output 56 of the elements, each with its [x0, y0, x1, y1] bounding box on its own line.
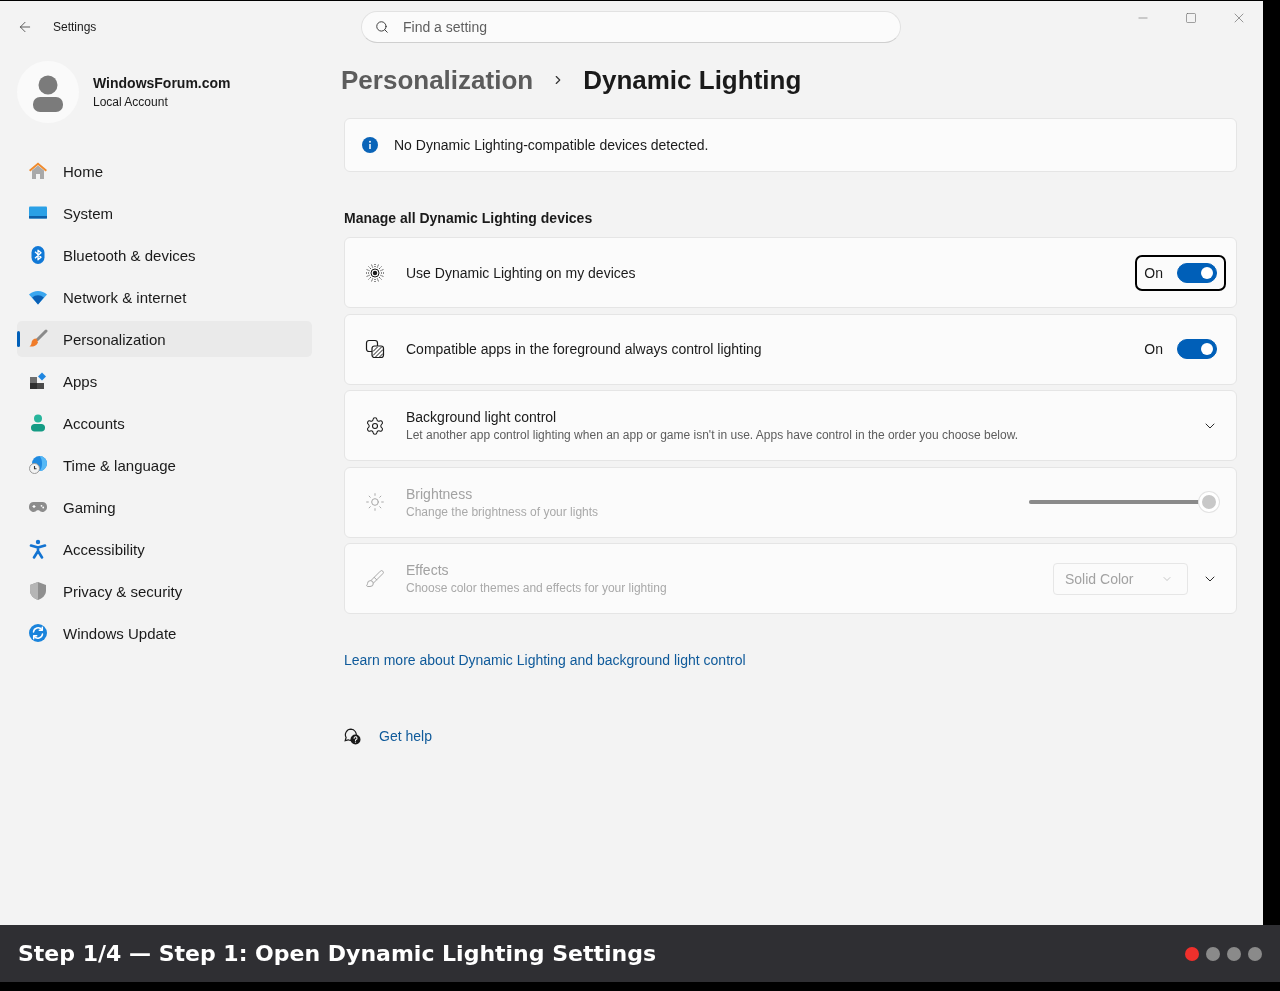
selection-indicator	[17, 331, 20, 347]
bluetooth-icon	[28, 245, 48, 265]
breadcrumb-parent[interactable]: Personalization	[341, 64, 534, 96]
globe-clock-icon	[28, 455, 48, 475]
search-field[interactable]: Find a setting	[361, 11, 901, 43]
sun-icon	[365, 492, 385, 512]
info-icon	[362, 137, 378, 153]
setting-title: Effects	[406, 562, 449, 578]
page-title: Dynamic Lighting	[583, 64, 802, 96]
maximize-icon	[1185, 12, 1197, 24]
nav-item[interactable]: System	[17, 195, 312, 231]
layered-squares-icon	[365, 339, 385, 359]
account-type: Local Account	[93, 95, 169, 109]
setting-description: Change the brightness of your lights	[406, 504, 599, 519]
nav-item[interactable]: Accounts	[17, 405, 312, 441]
setting-title: Background light control	[406, 409, 557, 425]
nav-item[interactable]: Privacy & security	[17, 573, 312, 609]
search-icon	[375, 20, 389, 34]
accessibility-icon	[28, 539, 48, 559]
nav-item[interactable]: Bluetooth & devices	[17, 237, 312, 273]
profile-name: WindowsForum.com	[93, 75, 231, 91]
info-message: No Dynamic Lighting-compatible devices detected.	[394, 137, 709, 153]
shield-icon	[28, 581, 48, 601]
learn-more-link[interactable]: Learn more about Dynamic Lighting and background light control	[344, 650, 746, 670]
setting-title: Compatible apps in the foreground always control lighting	[406, 341, 762, 357]
avatar-icon	[17, 61, 79, 123]
toggle-state-label: On	[1144, 264, 1163, 281]
toggle-switch[interactable]	[1177, 339, 1217, 359]
toggle-switch[interactable]	[1177, 262, 1217, 283]
nav-item[interactable]: Network & internet	[17, 279, 312, 315]
setting-title: Brightness	[406, 485, 473, 502]
nav-item[interactable]: Time & language	[17, 447, 312, 483]
nav-item[interactable]: Personalization	[17, 321, 312, 357]
setting-description: Let another app control lighting when an app or game isn't in use. Apps have control in the order you choose below.	[406, 428, 1019, 442]
nav-item[interactable]: Home	[17, 153, 312, 189]
help-chat-icon	[344, 727, 361, 745]
setting-title: Use Dynamic Lighting on my devices	[406, 264, 636, 281]
apps-grid-icon	[28, 371, 48, 391]
paintbrush-icon	[28, 329, 48, 349]
house-icon	[28, 161, 48, 181]
window-title: Settings	[53, 20, 97, 34]
brush-icon	[365, 568, 385, 589]
gear-icon	[365, 415, 385, 436]
section-heading: Manage all Dynamic Lighting devices	[344, 209, 593, 228]
sync-icon	[28, 623, 48, 643]
nav-item[interactable]: Apps	[17, 363, 312, 399]
back-button[interactable]	[17, 19, 33, 35]
person-icon	[28, 413, 48, 433]
nav-item[interactable]: Accessibility	[17, 531, 312, 567]
nav-item[interactable]: Gaming	[17, 489, 312, 525]
step-caption: Step 1/4 — Step 1: Open Dynamic Lighting Settings	[18, 941, 657, 966]
nav-item[interactable]: Windows Update	[17, 615, 312, 651]
light-burst-icon	[365, 262, 385, 283]
setting-description: Choose color themes and effects for your lighting	[406, 581, 667, 595]
toggle-state-label: On	[1144, 341, 1163, 357]
get-help-link[interactable]: Get help	[379, 728, 432, 744]
